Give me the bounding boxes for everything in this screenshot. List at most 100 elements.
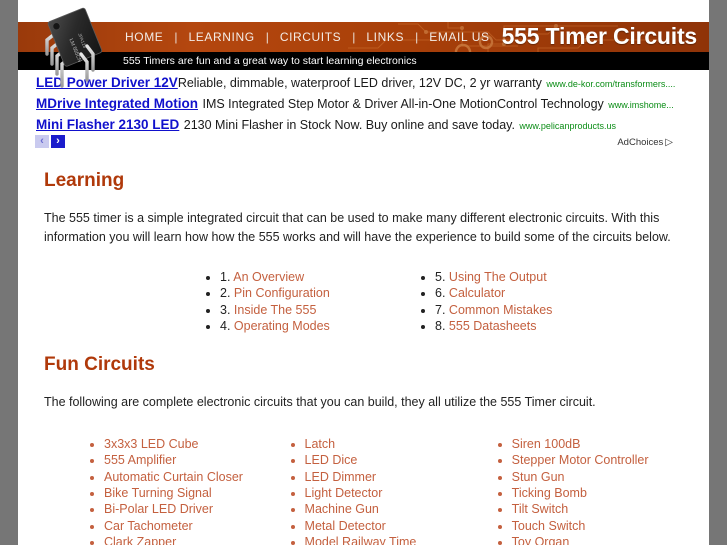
nav-item-home[interactable]: HOME xyxy=(123,30,165,44)
circuit-list-column-3: Siren 100dB Stepper Motor Controller Stu… xyxy=(496,436,699,545)
list-item[interactable]: Ticking Bomb xyxy=(512,485,699,501)
ad-pager[interactable]: ‹ › xyxy=(35,135,65,148)
learning-item-number: 6. xyxy=(435,286,446,301)
site-tagline: 555 Timers are fun and a great way to st… xyxy=(123,55,417,67)
list-item[interactable]: 6. Calculator xyxy=(435,285,634,301)
learning-item-link[interactable]: Common Mistakes xyxy=(449,303,553,317)
nav-item-email-us[interactable]: EMAIL US xyxy=(427,30,491,44)
list-item[interactable]: Car Tachometer xyxy=(104,518,289,534)
list-item[interactable]: LED Dimmer xyxy=(305,469,496,485)
circuit-link[interactable]: LED Dice xyxy=(305,453,358,467)
circuit-link[interactable]: Automatic Curtain Closer xyxy=(104,470,243,484)
ad-url[interactable]: www.pelicanproducts.us xyxy=(519,121,616,131)
list-item[interactable]: Stepper Motor Controller xyxy=(512,452,699,468)
circuit-link[interactable]: Bike Turning Signal xyxy=(104,486,212,500)
circuit-link[interactable]: Model Railway Time xyxy=(305,535,417,545)
list-item[interactable]: 4. Operating Modes xyxy=(220,318,419,334)
list-item[interactable]: Model Railway Time xyxy=(305,534,496,545)
learning-item-number: 8. xyxy=(435,318,446,333)
list-item[interactable]: Stun Gun xyxy=(512,469,699,485)
list-item[interactable]: Bike Turning Signal xyxy=(104,485,289,501)
list-item[interactable]: 5. Using The Output xyxy=(435,269,634,285)
list-item[interactable]: 8. 555 Datasheets xyxy=(435,318,634,334)
list-item[interactable]: Light Detector xyxy=(305,485,496,501)
ad-description: Reliable, dimmable, waterproof LED drive… xyxy=(177,76,542,90)
ad-url[interactable]: www.de-kor.com/transformers.... xyxy=(546,79,675,89)
circuit-link[interactable]: Light Detector xyxy=(305,486,383,500)
nav-item-learning[interactable]: LEARNING xyxy=(187,30,257,44)
learning-item-link[interactable]: 555 Datasheets xyxy=(449,319,537,333)
list-item[interactable]: Touch Switch xyxy=(512,518,699,534)
circuit-link[interactable]: Clark Zapper xyxy=(104,535,176,545)
nav-separator: | xyxy=(415,30,419,44)
ad-title-link[interactable]: Mini Flasher 2130 LED xyxy=(36,117,179,132)
nav-item-links[interactable]: LINKS xyxy=(364,30,406,44)
list-item[interactable]: Siren 100dB xyxy=(512,436,699,452)
circuit-link[interactable]: 3x3x3 LED Cube xyxy=(104,437,199,451)
circuit-link[interactable]: Bi-Polar LED Driver xyxy=(104,502,213,516)
adchoices-label: AdChoices xyxy=(617,137,664,148)
ad-prev-arrow-icon[interactable]: ‹ xyxy=(35,135,49,148)
list-item[interactable]: Clark Zapper xyxy=(104,534,289,545)
ic-chip-logo-icon: LM 555CN JPA128 xyxy=(45,7,103,88)
list-item[interactable]: Machine Gun xyxy=(305,501,496,517)
learning-item-number: 4. xyxy=(220,318,231,333)
circuit-link[interactable]: Car Tachometer xyxy=(104,519,193,533)
nav-separator: | xyxy=(174,30,178,44)
circuit-link[interactable]: Stepper Motor Controller xyxy=(512,453,649,467)
circuit-link[interactable]: LED Dimmer xyxy=(305,470,377,484)
learning-item-link[interactable]: An Overview xyxy=(233,270,304,284)
list-item[interactable]: Automatic Curtain Closer xyxy=(104,469,289,485)
list-item[interactable]: 3x3x3 LED Cube xyxy=(104,436,289,452)
learning-item-link[interactable]: Calculator xyxy=(449,286,505,300)
list-item[interactable]: Tilt Switch xyxy=(512,501,699,517)
list-item[interactable]: 2. Pin Configuration xyxy=(220,285,419,301)
ad-title-link[interactable]: MDrive Integrated Motion xyxy=(36,96,198,111)
ad-description: 2130 Mini Flasher in Stock Now. Buy onli… xyxy=(183,118,515,132)
list-item[interactable]: 7. Common Mistakes xyxy=(435,302,634,318)
adchoices-triangle-icon: ▷ xyxy=(665,137,673,148)
main-navigation[interactable]: HOME | LEARNING | CIRCUITS | LINKS | EMA… xyxy=(123,24,492,50)
ad-footer: ‹ › AdChoices ▷ xyxy=(18,135,709,152)
list-item[interactable]: 1. An Overview xyxy=(220,269,419,285)
list-item[interactable]: Bi-Polar LED Driver xyxy=(104,501,289,517)
circuit-link[interactable]: Latch xyxy=(305,437,336,451)
circuit-link[interactable]: Metal Detector xyxy=(305,519,386,533)
ad-url[interactable]: www.imshome... xyxy=(608,100,674,110)
ad-next-arrow-icon[interactable]: › xyxy=(51,135,65,148)
ad-description: IMS Integrated Step Motor & Driver All-i… xyxy=(202,97,604,111)
learning-item-number: 3. xyxy=(220,302,231,317)
learning-item-number: 1. xyxy=(220,270,231,284)
ad-item[interactable]: Mini Flasher 2130 LED 2130 Mini Flasher … xyxy=(18,114,709,135)
nav-item-circuits[interactable]: CIRCUITS xyxy=(278,30,343,44)
learning-item-link[interactable]: Operating Modes xyxy=(234,319,330,333)
circuit-link[interactable]: Siren 100dB xyxy=(512,437,581,451)
learning-item-number: 7. xyxy=(435,302,446,317)
list-item[interactable]: Toy Organ xyxy=(512,534,699,545)
list-item[interactable]: Metal Detector xyxy=(305,518,496,534)
circuit-link[interactable]: Ticking Bomb xyxy=(512,486,587,500)
learning-list-left: 1. An Overview 2. Pin Configuration 3. I… xyxy=(204,269,419,334)
learning-item-link[interactable]: Inside The 555 xyxy=(234,303,316,317)
circuit-link[interactable]: Toy Organ xyxy=(512,535,570,545)
circuit-link[interactable]: Stun Gun xyxy=(512,470,565,484)
learning-item-number: 2. xyxy=(220,286,231,301)
circuit-link[interactable]: Machine Gun xyxy=(305,502,379,516)
circuit-link[interactable]: Tilt Switch xyxy=(512,502,569,516)
learning-topic-columns: 1. An Overview 2. Pin Configuration 3. I… xyxy=(26,269,699,334)
nav-separator: | xyxy=(352,30,356,44)
main-content: Learning The 555 timer is a simple integ… xyxy=(18,162,709,545)
site-header: HOME | LEARNING | CIRCUITS | LINKS | EMA… xyxy=(18,0,709,88)
circuit-link[interactable]: Touch Switch xyxy=(512,519,586,533)
circuit-link[interactable]: 555 Amplifier xyxy=(104,453,176,467)
site-title: 555 Timer Circuits xyxy=(501,23,698,49)
list-item[interactable]: Latch xyxy=(305,436,496,452)
learning-intro: The 555 timer is a simple integrated cir… xyxy=(44,211,671,244)
list-item[interactable]: 3. Inside The 555 xyxy=(220,302,419,318)
adchoices-link[interactable]: AdChoices ▷ xyxy=(617,135,673,150)
learning-item-link[interactable]: Pin Configuration xyxy=(234,286,330,300)
learning-item-link[interactable]: Using The Output xyxy=(449,270,547,284)
ad-item[interactable]: MDrive Integrated Motion IMS Integrated … xyxy=(18,93,709,114)
list-item[interactable]: LED Dice xyxy=(305,452,496,468)
list-item[interactable]: 555 Amplifier xyxy=(104,452,289,468)
